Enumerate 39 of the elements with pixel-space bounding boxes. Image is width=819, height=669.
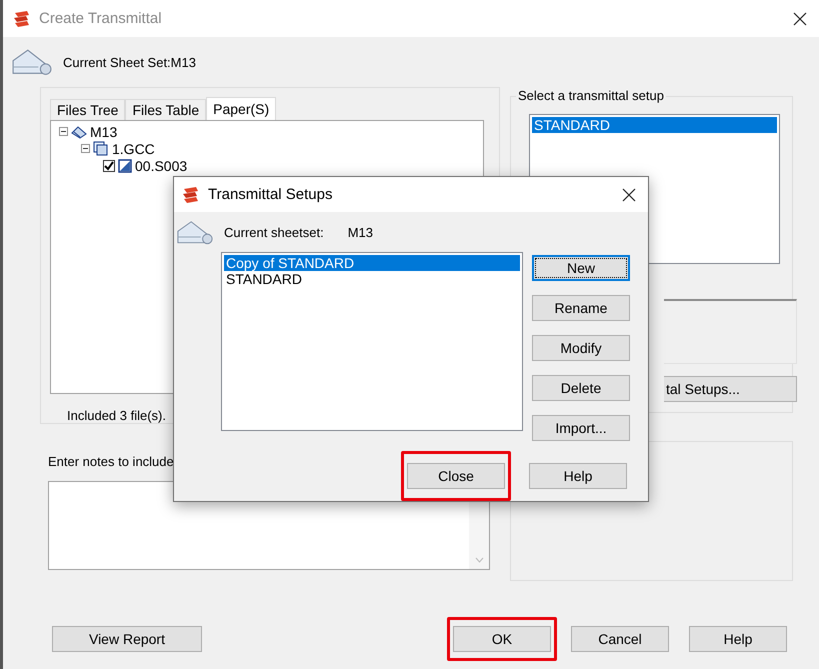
tree-item[interactable]: 00.S003 <box>135 158 188 174</box>
app-logo-icon <box>182 186 200 204</box>
tree-item[interactable]: M13 <box>90 124 118 140</box>
view-report-button[interactable]: View Report <box>52 626 202 652</box>
sheetset-value: M13 <box>348 224 374 240</box>
dialog-button[interactable]: Cancel <box>571 626 669 652</box>
list-item[interactable]: STANDARD <box>532 117 777 133</box>
tab[interactable]: Files Table <box>125 99 206 120</box>
dialog-button[interactable]: New <box>532 255 630 281</box>
dialog-button[interactable]: OK <box>453 626 551 652</box>
dialog-button[interactable]: Modify <box>532 335 630 361</box>
sheet-stack-icon <box>93 141 109 156</box>
list-item[interactable]: STANDARD <box>224 271 520 287</box>
tree-item[interactable]: 1.GCC <box>112 140 155 156</box>
sheetset-label: Current sheetset: <box>224 224 324 240</box>
list-item[interactable]: Copy of STANDARD <box>224 255 520 271</box>
included-files-text: Included 3 file(s). <box>67 408 167 423</box>
notes-label: Enter notes to include <box>48 454 175 469</box>
sheet-set-label: Current Sheet Set:M13 <box>63 54 196 70</box>
tab[interactable]: Files Tree <box>50 99 126 120</box>
dialog-button[interactable]: Help <box>689 626 787 652</box>
dialog-button[interactable]: Import... <box>532 415 630 441</box>
collapse-icon[interactable] <box>59 127 68 136</box>
dialog-button[interactable]: Close <box>407 463 505 489</box>
dialog-button[interactable]: Rename <box>532 295 630 321</box>
transmittal-setups-button[interactable]: tal Setups... <box>664 376 797 402</box>
close-icon[interactable] <box>793 12 807 26</box>
dialog-button[interactable]: Help <box>529 463 627 489</box>
app-logo-icon <box>13 10 31 28</box>
collapse-icon[interactable] <box>81 144 90 153</box>
sheet-icon <box>118 158 132 172</box>
sheet-set-icon <box>71 124 87 138</box>
group-title: Select a transmittal setup <box>516 88 666 103</box>
close-icon[interactable] <box>622 188 636 202</box>
tab[interactable]: Paper(S) <box>206 97 276 120</box>
dialog-title: Transmittal Setups <box>208 186 334 204</box>
checkbox[interactable] <box>103 160 115 172</box>
window-title: Create Transmittal <box>39 10 163 27</box>
dialog-button[interactable]: Delete <box>532 375 630 401</box>
